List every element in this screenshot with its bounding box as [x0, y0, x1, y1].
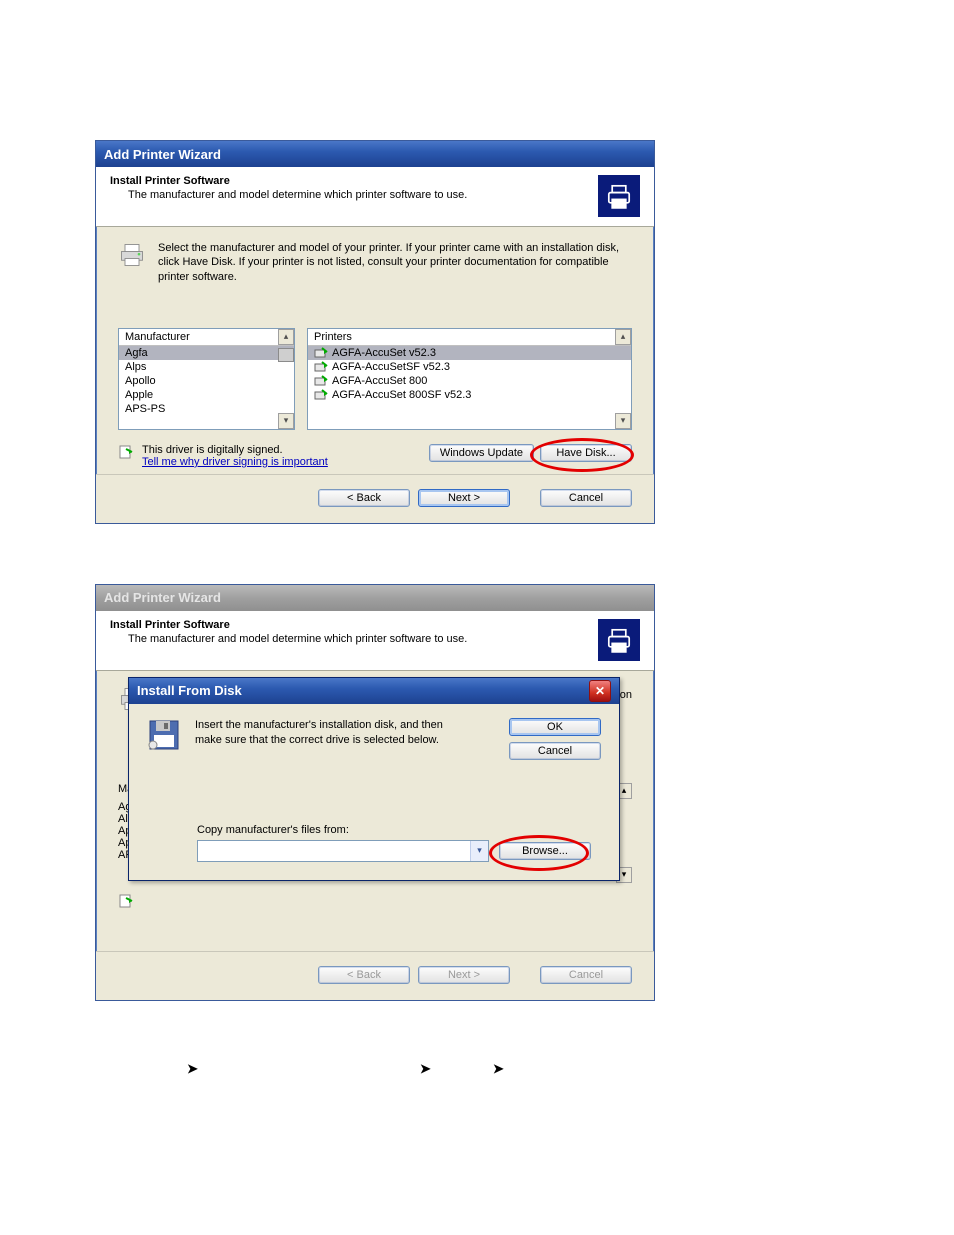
- scroll-up-button[interactable]: ▴: [615, 329, 631, 345]
- copy-from-combobox[interactable]: ▾: [197, 840, 489, 862]
- printer-icon: [118, 241, 146, 269]
- wizard-content: on Ma Agf Alp Apo App AP ▴ ▾ Install Fro…: [96, 671, 654, 951]
- close-button[interactable]: ✕: [589, 680, 611, 702]
- wizard-footer: < Back Next > Cancel: [96, 951, 654, 1000]
- install-disk-instruction: Insert the manufacturer's installation d…: [195, 718, 445, 748]
- add-printer-wizard-dialog-2: Add Printer Wizard Install Printer Softw…: [95, 584, 655, 1001]
- modal-title-bar[interactable]: Install From Disk ✕: [129, 678, 619, 704]
- footer-arrows: ➤ ➤ ➤: [95, 1061, 859, 1077]
- add-printer-wizard-dialog-1: Add Printer Wizard Install Printer Softw…: [95, 140, 655, 524]
- title-bar[interactable]: Add Printer Wizard: [96, 585, 654, 611]
- floppy-disk-icon: [147, 718, 181, 752]
- list-item[interactable]: Apollo: [119, 374, 294, 388]
- cancel-button: Cancel: [540, 966, 632, 984]
- driver-icon: [314, 347, 328, 359]
- back-button[interactable]: < Back: [318, 489, 410, 507]
- printers-listbox[interactable]: Printers ▴ AGFA-AccuSet v52.3 AGFA-AccuS…: [307, 328, 632, 430]
- modal-title: Install From Disk: [137, 683, 242, 698]
- list-item[interactable]: Alps: [119, 360, 294, 374]
- banner-title: Install Printer Software: [110, 619, 467, 631]
- scroll-thumb[interactable]: [278, 348, 294, 362]
- list-item[interactable]: AGFA-AccuSet v52.3: [308, 346, 631, 360]
- dropdown-arrow-icon[interactable]: ▾: [470, 841, 488, 861]
- peek-text: on: [620, 689, 632, 701]
- arrow-right-icon: ➤: [420, 1061, 431, 1077]
- install-from-disk-dialog: Install From Disk ✕: [128, 677, 620, 881]
- banner-subtitle: The manufacturer and model determine whi…: [128, 633, 467, 645]
- signing-info-link[interactable]: Tell me why driver signing is important: [142, 456, 328, 468]
- wizard-banner: Install Printer Software The manufacture…: [96, 611, 654, 671]
- title-bar[interactable]: Add Printer Wizard: [96, 141, 654, 167]
- have-disk-button[interactable]: Have Disk...: [540, 444, 632, 462]
- next-button: Next >: [418, 966, 510, 984]
- close-icon: ✕: [595, 684, 605, 698]
- driver-icon: [314, 389, 328, 401]
- window-title: Add Printer Wizard: [104, 590, 221, 605]
- info-text: Select the manufacturer and model of you…: [158, 241, 632, 284]
- signed-text: This driver is digitally signed.: [142, 444, 328, 456]
- manufacturer-listbox[interactable]: Manufacturer ▴ Agfa Alps Apollo Apple AP…: [118, 328, 295, 430]
- list-item[interactable]: AGFA-AccuSetSF v52.3: [308, 360, 631, 374]
- manufacturer-header: Manufacturer: [119, 329, 294, 346]
- wizard-content: Select the manufacturer and model of you…: [96, 227, 654, 474]
- banner-subtitle: The manufacturer and model determine whi…: [128, 189, 467, 201]
- scroll-up-button[interactable]: ▴: [278, 329, 294, 345]
- list-item[interactable]: AGFA-AccuSet 800: [308, 374, 631, 388]
- cancel-button[interactable]: Cancel: [509, 742, 601, 760]
- list-item[interactable]: Agfa: [119, 346, 294, 360]
- scroll-down-button[interactable]: ▾: [278, 413, 294, 429]
- printer-banner-icon: [598, 175, 640, 217]
- arrow-right-icon: ➤: [493, 1061, 504, 1077]
- printer-banner-icon: [598, 619, 640, 661]
- next-button[interactable]: Next >: [418, 489, 510, 507]
- printers-header: Printers: [308, 329, 631, 346]
- list-item[interactable]: AGFA-AccuSet 800SF v52.3: [308, 388, 631, 402]
- driver-icon: [314, 375, 328, 387]
- ok-button[interactable]: OK: [509, 718, 601, 736]
- arrow-right-icon: ➤: [187, 1061, 198, 1077]
- list-item[interactable]: Apple: [119, 388, 294, 402]
- wizard-footer: < Back Next > Cancel: [96, 474, 654, 523]
- signed-row: This driver is digitally signed. Tell me…: [118, 444, 632, 468]
- scroll-down-button[interactable]: ▾: [615, 413, 631, 429]
- banner-title: Install Printer Software: [110, 175, 467, 187]
- lists-row: Manufacturer ▴ Agfa Alps Apollo Apple AP…: [118, 328, 632, 430]
- copy-from-label: Copy manufacturer's files from:: [197, 824, 601, 836]
- certificate-icon: [118, 444, 134, 463]
- wizard-banner: Install Printer Software The manufacture…: [96, 167, 654, 227]
- window-title: Add Printer Wizard: [104, 147, 221, 162]
- cancel-button[interactable]: Cancel: [540, 489, 632, 507]
- certificate-icon: [118, 893, 134, 912]
- back-button: < Back: [318, 966, 410, 984]
- list-item[interactable]: APS-PS: [119, 402, 294, 416]
- windows-update-button[interactable]: Windows Update: [429, 444, 534, 462]
- browse-button[interactable]: Browse...: [499, 842, 591, 860]
- driver-icon: [314, 361, 328, 373]
